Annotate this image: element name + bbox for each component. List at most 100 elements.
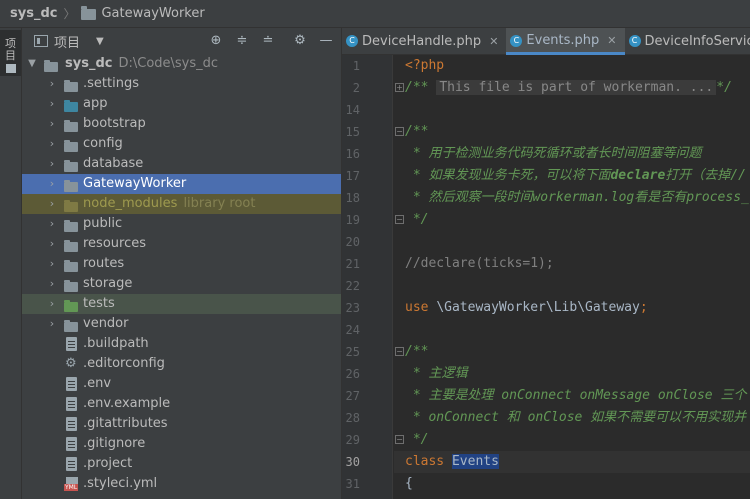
tree-root-row[interactable]: ▼ sys_dc D:\Code\sys_dc xyxy=(22,54,341,74)
tree-item-gitattributes[interactable]: .gitattributes xyxy=(22,414,341,434)
gear-icon[interactable]: ⚙ xyxy=(292,33,308,49)
code-line[interactable]: //declare(ticks=1); xyxy=(394,253,750,275)
code-token: ; xyxy=(639,300,648,315)
chevron-right-icon[interactable]: › xyxy=(46,94,58,114)
chevron-right-icon[interactable]: › xyxy=(46,274,58,294)
tree-item-settings[interactable]: › .settings xyxy=(22,74,341,94)
code-line[interactable]: * 用于检测业务代码死循环或者长时间阻塞等问题 xyxy=(394,143,750,165)
editor-tab-label: Events.php xyxy=(526,32,600,48)
tree-item-label: .project xyxy=(83,454,132,474)
project-tool-window-label: 项目 xyxy=(5,37,16,62)
tree-item-node-modules[interactable]: › node_modules library root xyxy=(22,194,341,214)
tree-item-label: vendor xyxy=(83,314,128,334)
tree-item-label: database xyxy=(83,154,143,174)
code-line[interactable]: class Events xyxy=(394,451,750,473)
chevron-right-icon[interactable]: › xyxy=(46,154,58,174)
collapse-all-icon[interactable]: ≐ xyxy=(260,33,276,49)
tree-item-gitignore[interactable]: .gitignore xyxy=(22,434,341,454)
chevron-right-icon[interactable]: › xyxy=(46,254,58,274)
tree-item-gatewayworker[interactable]: › GatewayWorker xyxy=(22,174,341,194)
close-icon[interactable]: ✕ xyxy=(607,34,616,47)
code-line[interactable]: * onConnect 和 onClose 如果不需要可以不用实现并 xyxy=(394,407,750,429)
editor-tab[interactable]: C Events.php ✕ xyxy=(506,28,625,55)
chevron-down-icon[interactable]: ▼ xyxy=(26,54,38,74)
code-line[interactable]: */ xyxy=(394,429,750,451)
line-number: 17 xyxy=(345,169,360,183)
chevron-right-icon[interactable]: › xyxy=(46,114,58,134)
chevron-right-icon[interactable]: › xyxy=(46,174,58,194)
chevron-right-icon[interactable]: › xyxy=(46,214,58,234)
tree-item-public[interactable]: › public xyxy=(22,214,341,234)
code-line[interactable]: * 主逻辑 xyxy=(394,363,750,385)
code-line[interactable] xyxy=(394,99,750,121)
tree-item-name: database xyxy=(83,156,144,171)
tree-item-name: bootstrap xyxy=(83,116,146,131)
expand-all-icon[interactable]: ≑ xyxy=(234,33,250,49)
editor-tab[interactable]: C DeviceInfoService xyxy=(625,28,750,55)
code-token: */ xyxy=(716,80,732,95)
project-panel-toolbar: 项目 ▼ ⊕ ≑ ≐ ⚙ — xyxy=(22,28,341,54)
chevron-right-icon[interactable]: › xyxy=(46,294,58,314)
line-number: 16 xyxy=(345,147,360,161)
tree-item-buildpath[interactable]: .buildpath xyxy=(22,334,341,354)
fold-icon[interactable]: − xyxy=(395,127,404,136)
chevron-right-icon[interactable]: › xyxy=(46,194,58,214)
tree-root-label: sys_dc D:\Code\sys_dc xyxy=(65,54,218,74)
code-editor[interactable]: <?php /** This file is part of workerman.… xyxy=(394,55,750,499)
tree-item-storage[interactable]: › storage xyxy=(22,274,341,294)
tree-item-database[interactable]: › database xyxy=(22,154,341,174)
chevron-right-icon[interactable]: › xyxy=(46,134,58,154)
code-line[interactable]: /** This file is part of workerman. ... *… xyxy=(394,77,750,99)
fold-icon[interactable]: + xyxy=(395,83,404,92)
project-tool-window-button[interactable]: 项目 xyxy=(0,30,21,76)
code-token: /** xyxy=(405,80,437,95)
chevron-right-icon[interactable]: › xyxy=(46,314,58,334)
tree-item-editorconfig[interactable]: ⚙ .editorconfig xyxy=(22,354,341,374)
code-token: 打开（去掉// xyxy=(665,168,746,183)
tree-item-project[interactable]: .project xyxy=(22,454,341,474)
code-line[interactable]: /** xyxy=(394,121,750,143)
view-selector-chevron-down-icon[interactable]: ▼ xyxy=(96,36,104,47)
code-token: * 主逻辑 xyxy=(405,366,468,381)
tree-item-styleci-yml[interactable]: .styleci.yml xyxy=(22,474,341,494)
hide-panel-icon[interactable]: — xyxy=(318,33,334,49)
fold-icon[interactable]: − xyxy=(395,215,404,224)
fold-icon[interactable]: − xyxy=(395,347,404,356)
chevron-right-icon[interactable]: › xyxy=(46,74,58,94)
line-number: 18 xyxy=(345,191,360,205)
editor-tab[interactable]: C DeviceHandle.php ✕ xyxy=(342,28,506,55)
line-number: 21 xyxy=(345,257,360,271)
code-line[interactable]: * 如果发现业务卡死，可以将下面declare打开（去掉// xyxy=(394,165,750,187)
code-token: use xyxy=(405,300,437,315)
breadcrumb-folder[interactable]: GatewayWorker xyxy=(101,6,204,21)
folder-icon xyxy=(64,274,78,294)
tree-item-tests[interactable]: › tests xyxy=(22,294,341,314)
tree-item-config[interactable]: › config xyxy=(22,134,341,154)
code-line[interactable] xyxy=(394,275,750,297)
folder-icon xyxy=(64,214,78,234)
tree-item-bootstrap[interactable]: › bootstrap xyxy=(22,114,341,134)
locate-file-icon[interactable]: ⊕ xyxy=(208,33,224,49)
close-icon[interactable]: ✕ xyxy=(489,35,498,48)
folded-region[interactable]: This file is part of workerman. ... xyxy=(436,80,717,95)
fold-icon[interactable]: − xyxy=(395,435,404,444)
code-line[interactable]: /** xyxy=(394,341,750,363)
code-line[interactable]: */ xyxy=(394,209,750,231)
project-panel-title[interactable]: 项目 xyxy=(54,32,80,51)
editor-tabs: C DeviceHandle.php ✕ C Events.php ✕ C DeviceInf… xyxy=(342,28,750,55)
code-line[interactable]: <?php xyxy=(394,55,750,77)
code-line[interactable] xyxy=(394,231,750,253)
tree-item-routes[interactable]: › routes xyxy=(22,254,341,274)
tree-item-env-example[interactable]: .env.example xyxy=(22,394,341,414)
chevron-right-icon[interactable]: › xyxy=(46,234,58,254)
code-line[interactable]: * 主要是处理 onConnect onMessage onClose 三个 xyxy=(394,385,750,407)
tree-item-resources[interactable]: › resources xyxy=(22,234,341,254)
code-line[interactable]: { xyxy=(394,473,750,495)
tree-item-vendor[interactable]: › vendor xyxy=(22,314,341,334)
tree-item-app[interactable]: › app xyxy=(22,94,341,114)
code-line[interactable] xyxy=(394,319,750,341)
code-line[interactable]: use \GatewayWorker\Lib\Gateway; xyxy=(394,297,750,319)
code-line[interactable]: * 然后观察一段时间workerman.log看是否有process_ xyxy=(394,187,750,209)
breadcrumb-root[interactable]: sys_dc xyxy=(10,6,57,21)
tree-item-env[interactable]: .env xyxy=(22,374,341,394)
